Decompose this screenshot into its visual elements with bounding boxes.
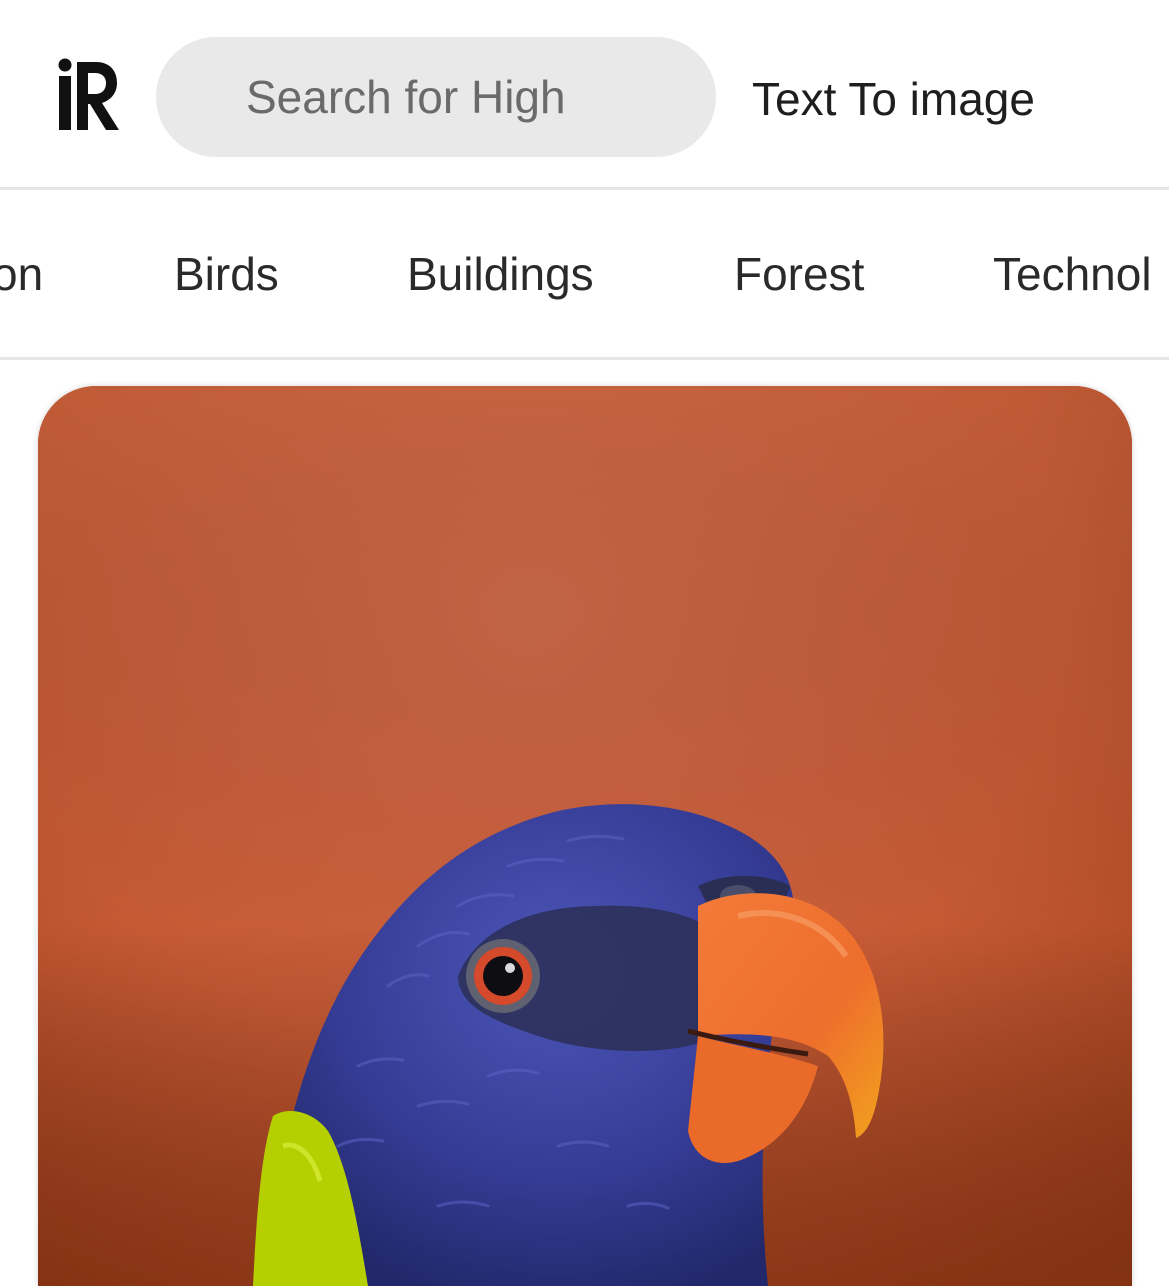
logo-icon[interactable]: [58, 58, 120, 132]
category-item-partial[interactable]: on: [0, 245, 43, 303]
search-input[interactable]: [246, 65, 646, 129]
category-strip: on Birds Buildings Forest Technol: [0, 190, 1169, 360]
text-to-image-link[interactable]: Text To image: [752, 70, 1035, 128]
parrot-photo: [38, 386, 1132, 1286]
category-item-technology[interactable]: Technol: [993, 245, 1152, 303]
category-item-forest[interactable]: Forest: [734, 245, 864, 303]
search-bar[interactable]: [156, 37, 716, 157]
category-item-buildings[interactable]: Buildings: [407, 245, 594, 303]
top-header: Text To image: [0, 0, 1169, 190]
image-card[interactable]: [38, 386, 1132, 1286]
category-item-birds[interactable]: Birds: [174, 245, 279, 303]
